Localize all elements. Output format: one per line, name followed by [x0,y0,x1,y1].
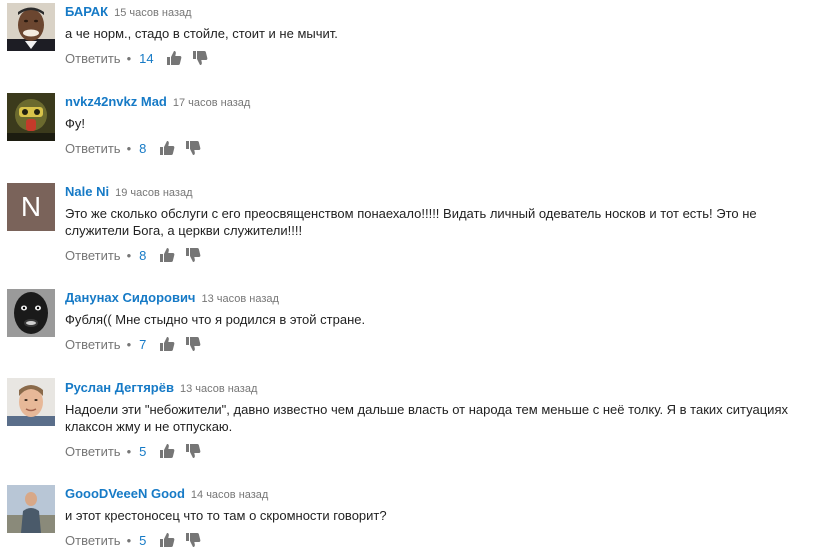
comment-text: Фубля(( Мне стыдно что я родился в этой … [65,312,366,327]
thumbs-down-icon[interactable] [185,247,201,263]
like-count: 8 [139,140,147,156]
separator-dot: • [126,50,132,66]
thumbs-down-icon[interactable] [185,443,201,459]
thumbs-up-icon[interactable] [166,50,182,66]
comment-timestamp[interactable]: 15 часов назад [114,7,191,19]
avatar[interactable] [7,289,55,337]
separator-dot: • [126,247,132,263]
comment-text: Это же сколько обслуги с его преосвященс… [65,206,757,238]
comment-author[interactable]: Данунах Сидорович [65,290,195,305]
comment-timestamp[interactable]: 13 часов назад [201,293,278,305]
reply-button[interactable]: Ответить [65,444,121,459]
separator-dot: • [126,336,132,352]
thumbs-up-icon[interactable] [159,247,175,263]
comment-timestamp[interactable]: 19 часов назад [115,187,192,199]
thumbs-up-icon[interactable] [159,532,175,548]
comment-text: Фу! [65,116,85,131]
comment-text: и этот крестоносец что то там о скромнос… [65,508,387,523]
thumbs-up-icon[interactable] [159,140,175,156]
like-count: 7 [139,336,147,352]
comment-author[interactable]: Nale Ni [65,184,109,199]
like-count: 5 [139,443,147,459]
comment-timestamp[interactable]: 17 часов назад [173,97,250,109]
avatar[interactable]: N [7,183,55,231]
like-count: 5 [139,532,147,548]
comment-author[interactable]: GoooDVeeeN Good [65,486,185,501]
thumbs-down-icon[interactable] [192,50,208,66]
avatar[interactable] [7,378,55,426]
avatar[interactable] [7,3,55,51]
comment-author[interactable]: nvkz42nvkz Mad [65,94,167,109]
thumbs-up-icon[interactable] [159,336,175,352]
separator-dot: • [126,140,132,156]
reply-button[interactable]: Ответить [65,141,121,156]
comment-author[interactable]: БАРАК [65,4,108,19]
comment-text: Надоели эти "небожители", давно известно… [65,402,788,434]
thumbs-down-icon[interactable] [185,532,201,548]
comment-text: а че норм., стадо в стойле, стоит и не м… [65,26,338,41]
thumbs-up-icon[interactable] [159,443,175,459]
avatar-photo-icon [7,289,55,337]
like-count: 8 [139,247,147,263]
avatar-photo-icon [7,378,55,426]
comment-timestamp[interactable]: 13 часов назад [180,383,257,395]
separator-dot: • [126,532,132,548]
reply-button[interactable]: Ответить [65,533,121,548]
thumbs-down-icon[interactable] [185,336,201,352]
reply-button[interactable]: Ответить [65,337,121,352]
avatar[interactable] [7,485,55,533]
avatar-photo-icon [7,485,55,533]
comment-timestamp[interactable]: 14 часов назад [191,489,268,501]
separator-dot: • [126,443,132,459]
reply-button[interactable]: Ответить [65,51,121,66]
reply-button[interactable]: Ответить [65,248,121,263]
gas-mask-icon [7,93,55,141]
avatar-photo-icon [7,3,55,51]
avatar[interactable] [7,93,55,141]
thumbs-down-icon[interactable] [185,140,201,156]
like-count: 14 [139,50,154,66]
letter-avatar-icon: N [7,183,55,231]
comment-author[interactable]: Руслан Дегтярёв [65,380,174,395]
